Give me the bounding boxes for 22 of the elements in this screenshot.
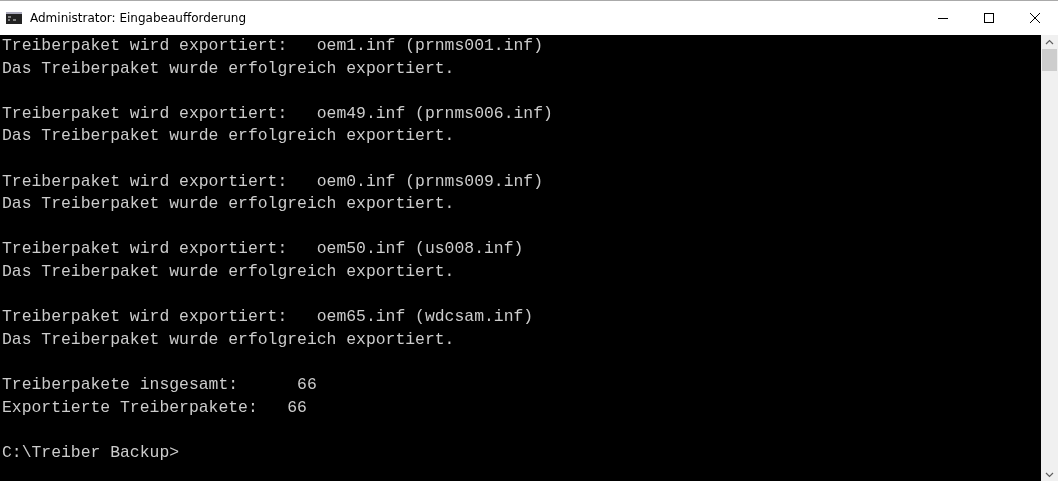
console-line: Exportierte Treiberpakete: 66 (2, 396, 307, 419)
console-line: Das Treiberpaket wurde erfolgreich exportiert. (2, 328, 455, 351)
scrollbar-thumb[interactable] (1042, 49, 1057, 71)
console-line: Das Treiberpaket wurde erfolgreich exportiert. (2, 57, 455, 80)
console-line: C:\Treiber Backup> (2, 441, 180, 464)
scroll-up-icon[interactable] (1045, 39, 1054, 45)
console-line: Treiberpaket wird exportiert: oem65.inf (wdcsam.inf) (2, 306, 534, 329)
scroll-down-icon[interactable] (1045, 472, 1054, 478)
console-line: Treiberpakete insgesamt: 66 (2, 373, 317, 396)
console-line: Treiberpaket wird exportiert: oem1.inf (prnms001.inf) (2, 35, 543, 57)
console-line: Das Treiberpaket wurde erfolgreich exportiert. (2, 260, 455, 283)
console-line: Treiberpaket wird exportiert: oem0.inf (prnms009.inf) (2, 170, 543, 193)
scrollbar[interactable] (1041, 35, 1058, 481)
maximize-icon (984, 13, 994, 23)
minimize-icon (938, 17, 948, 19)
console-icon (6, 12, 22, 24)
close-icon (1030, 13, 1040, 23)
console-line: Treiberpaket wird exportiert: oem50.inf (us008.inf) (2, 238, 524, 261)
window-title: Administrator: Eingabeaufforderung (30, 10, 247, 27)
console-line: Das Treiberpaket wurde erfolgreich exportiert. (2, 193, 455, 216)
console-line: Das Treiberpaket wurde erfolgreich exportiert. (2, 125, 455, 148)
console-line: Treiberpaket wird exportiert: oem49.inf (prnms006.inf) (2, 102, 553, 125)
